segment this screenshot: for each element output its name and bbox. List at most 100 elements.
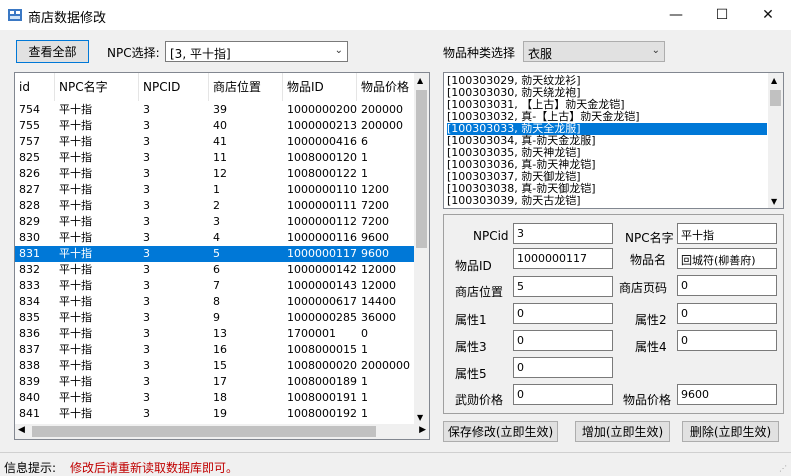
cell-item-id[interactable]: 1000000110 [283, 182, 357, 198]
cell-npc-name[interactable]: 平十指 [55, 182, 139, 198]
maximize-button[interactable]: ☐ [699, 0, 745, 30]
cell-item-id[interactable]: 1008000191 [283, 390, 357, 406]
cell-item-price[interactable]: 12000 [357, 278, 415, 294]
cell-item-price[interactable]: 1 [357, 406, 415, 422]
item-listbox[interactable]: [100303029, 勍天纹龙衫] [100303030, 勍天绕龙袍] [100… [443, 72, 784, 209]
view-all-button[interactable]: 查看全部 [16, 40, 89, 63]
cell-id[interactable]: 828 [15, 198, 55, 214]
cell-shop-position[interactable]: 39 [209, 102, 283, 118]
cell-item-id[interactable]: 1008000192 [283, 406, 357, 422]
cell-npc-name[interactable]: 平十指 [55, 230, 139, 246]
cell-npc-name[interactable]: 平十指 [55, 118, 139, 134]
column-header-npc-name[interactable]: NPC名字 [55, 73, 139, 101]
item-name-field[interactable]: 回城符(柳善府) [677, 248, 777, 269]
cell-id[interactable]: 840 [15, 390, 55, 406]
cell-id[interactable]: 757 [15, 134, 55, 150]
cell-item-id[interactable]: 1000000200 [283, 102, 357, 118]
cell-npc-name[interactable]: 平十指 [55, 310, 139, 326]
cell-item-price[interactable]: 200000 [357, 102, 415, 118]
cell-item-price[interactable]: 0 [357, 326, 415, 342]
cell-item-id[interactable]: 1000000213 [283, 118, 357, 134]
cell-item-id[interactable]: 1008000015 [283, 342, 357, 358]
attribute3-field[interactable]: 0 [513, 330, 613, 351]
cell-npcid[interactable]: 3 [139, 134, 209, 150]
cell-npcid[interactable]: 3 [139, 246, 209, 262]
scroll-up-icon[interactable]: ▲ [417, 76, 423, 85]
scroll-up-icon[interactable]: ▲ [771, 76, 777, 85]
table-row[interactable]: 831 平十指 3 5 1000000117 9600 [15, 246, 415, 262]
cell-npc-name[interactable]: 平十指 [55, 166, 139, 182]
cell-item-price[interactable]: 1 [357, 150, 415, 166]
cell-shop-position[interactable]: 15 [209, 358, 283, 374]
scroll-thumb[interactable] [32, 426, 376, 437]
cell-item-id[interactable]: 1000000416 [283, 134, 357, 150]
cell-shop-position[interactable]: 8 [209, 294, 283, 310]
column-header-shop-position[interactable]: 商店位置 [209, 73, 283, 101]
cell-id[interactable]: 755 [15, 118, 55, 134]
cell-id[interactable]: 839 [15, 374, 55, 390]
table-row[interactable]: 828 平十指 3 2 1000000111 7200 [15, 198, 415, 214]
column-header-id[interactable]: id [15, 73, 55, 101]
cell-npc-name[interactable]: 平十指 [55, 294, 139, 310]
column-header-item-price[interactable]: 物品价格 [357, 73, 415, 101]
cell-item-price[interactable]: 1200 [357, 182, 415, 198]
add-button[interactable]: 增加(立即生效) [575, 421, 670, 442]
delete-button[interactable]: 删除(立即生效) [682, 421, 779, 442]
grid-horizontal-scrollbar[interactable]: ◀ ▶ [15, 424, 429, 439]
cell-npcid[interactable]: 3 [139, 310, 209, 326]
cell-npc-name[interactable]: 平十指 [55, 374, 139, 390]
cell-id[interactable]: 754 [15, 102, 55, 118]
cell-npcid[interactable]: 3 [139, 182, 209, 198]
cell-npcid[interactable]: 3 [139, 406, 209, 422]
cell-npc-name[interactable]: 平十指 [55, 342, 139, 358]
list-item[interactable]: [100303039, 勍天古龙铠] [447, 195, 767, 207]
cell-npc-name[interactable]: 平十指 [55, 102, 139, 118]
cell-id[interactable]: 826 [15, 166, 55, 182]
cell-npc-name[interactable]: 平十指 [55, 278, 139, 294]
cell-id[interactable]: 825 [15, 150, 55, 166]
table-row[interactable]: 835 平十指 3 9 1000000285 36000 [15, 310, 415, 326]
table-row[interactable]: 825 平十指 3 11 1008000120 1 [15, 150, 415, 166]
cell-item-price[interactable]: 9600 [357, 230, 415, 246]
table-row[interactable]: 834 平十指 3 8 1000000617 14400 [15, 294, 415, 310]
shop-page-field[interactable]: 0 [677, 275, 777, 296]
table-row[interactable]: 829 平十指 3 3 1000000112 7200 [15, 214, 415, 230]
cell-shop-position[interactable]: 9 [209, 310, 283, 326]
cell-id[interactable]: 832 [15, 262, 55, 278]
cell-npc-name[interactable]: 平十指 [55, 390, 139, 406]
cell-id[interactable]: 841 [15, 406, 55, 422]
table-row[interactable]: 839 平十指 3 17 1008000189 1 [15, 374, 415, 390]
cell-npcid[interactable]: 3 [139, 102, 209, 118]
cell-item-id[interactable]: 1008000020 [283, 358, 357, 374]
cell-item-price[interactable]: 36000 [357, 310, 415, 326]
list-vertical-scrollbar[interactable]: ▲ ▼ [768, 73, 783, 208]
cell-item-id[interactable]: 1008000189 [283, 374, 357, 390]
close-button[interactable]: ✕ [745, 0, 791, 30]
cell-id[interactable]: 830 [15, 230, 55, 246]
cell-npc-name[interactable]: 平十指 [55, 406, 139, 422]
cell-npcid[interactable]: 3 [139, 118, 209, 134]
cell-npc-name[interactable]: 平十指 [55, 134, 139, 150]
cell-id[interactable]: 836 [15, 326, 55, 342]
cell-npcid[interactable]: 3 [139, 166, 209, 182]
cell-item-id[interactable]: 1008000120 [283, 150, 357, 166]
table-row[interactable]: 840 平十指 3 18 1008000191 1 [15, 390, 415, 406]
cell-item-id[interactable]: 1000000285 [283, 310, 357, 326]
table-row[interactable]: 833 平十指 3 7 1000000143 12000 [15, 278, 415, 294]
item-id-field[interactable]: 1000000117 [513, 248, 613, 269]
item-price-field[interactable]: 9600 [677, 384, 777, 405]
cell-shop-position[interactable]: 7 [209, 278, 283, 294]
cell-shop-position[interactable]: 16 [209, 342, 283, 358]
table-row[interactable]: 832 平十指 3 6 1000000142 12000 [15, 262, 415, 278]
cell-item-price[interactable]: 2000000 [357, 358, 415, 374]
scroll-down-icon[interactable]: ▼ [771, 197, 777, 206]
scroll-right-icon[interactable]: ▶ [419, 425, 426, 435]
cell-id[interactable]: 827 [15, 182, 55, 198]
cell-npcid[interactable]: 3 [139, 262, 209, 278]
cell-item-id[interactable]: 1000000142 [283, 262, 357, 278]
cell-item-id[interactable]: 1000000112 [283, 214, 357, 230]
cell-shop-position[interactable]: 41 [209, 134, 283, 150]
scroll-down-icon[interactable]: ▼ [417, 413, 423, 422]
cell-npc-name[interactable]: 平十指 [55, 262, 139, 278]
cell-item-id[interactable]: 1000000617 [283, 294, 357, 310]
